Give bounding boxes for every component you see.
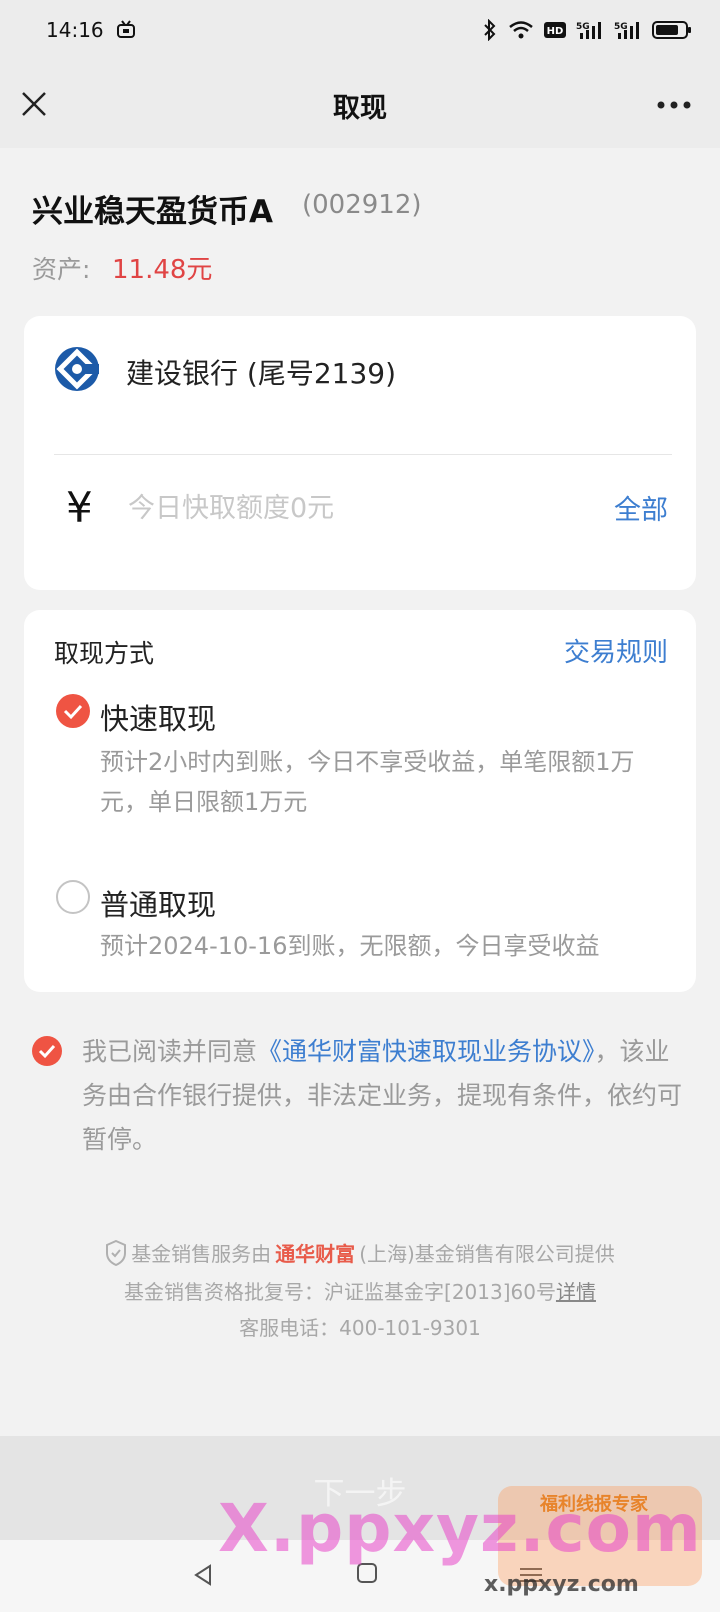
agreement-link[interactable]: 《通华财富快速取现业务协议》 [257, 1037, 595, 1066]
footer-detail-link[interactable]: 详情 [556, 1280, 596, 1304]
hd-icon: HD [544, 22, 566, 38]
amount-input[interactable] [128, 486, 568, 530]
bluetooth-icon [484, 19, 496, 41]
normal-withdraw-radio[interactable] [56, 880, 90, 914]
footer-license: 基金销售资格批复号：沪证监基金字[2013]60号详情 [0, 1276, 720, 1305]
checkmark-icon [38, 1044, 56, 1059]
fast-withdraw-label[interactable]: 快速取现 [100, 696, 216, 738]
wifi-icon [509, 21, 533, 39]
asset-label: 资产: [32, 255, 91, 284]
footer-provider: 基金销售服务由 通华财富 (上海)基金销售有限公司提供 [0, 1238, 720, 1267]
footer-service-phone: 客服电话：400-101-9301 [239, 1316, 481, 1340]
status-icons: HD 5G 5G [482, 16, 692, 44]
fund-code: (002912) [302, 190, 422, 220]
battery-icon [652, 21, 691, 39]
normal-withdraw-desc: 预计2024-10-16到账，无限额，今日享受收益 [100, 932, 600, 960]
divider [54, 454, 672, 455]
agreement-checkbox[interactable] [32, 1036, 62, 1066]
checkmark-icon [63, 704, 83, 720]
footer-provider-suffix: (上海)基金销售有限公司提供 [359, 1242, 615, 1266]
status-time: 14:16 [46, 18, 104, 42]
signal-5g-icon-2: 5G [614, 22, 639, 39]
fund-name: 兴业稳天盈货币A [32, 194, 273, 230]
fast-withdraw-desc: 预计2小时内到账，今日不享受收益，单笔限额1万元，单日限额1万元 [100, 748, 635, 816]
agreement-prefix: 我已阅读并同意 [82, 1037, 258, 1066]
more-icon[interactable] [656, 100, 692, 110]
trade-rules-link[interactable]: 交易规则 [564, 632, 668, 669]
tv-app-icon [117, 20, 135, 38]
footer-provider-prefix: 基金销售服务由 [131, 1242, 272, 1266]
fast-withdraw-radio[interactable] [56, 694, 90, 728]
withdraw-method-title: 取现方式 [54, 639, 155, 668]
ccb-bank-logo-icon [55, 347, 99, 391]
yuan-icon: ¥ [66, 483, 93, 532]
shield-icon [106, 1239, 127, 1266]
footer-brand: 通华财富 [275, 1242, 356, 1266]
bank-account-name[interactable]: 建设银行 (尾号2139) [126, 352, 396, 392]
watermark-logo: X.ppxyz.com [218, 1490, 702, 1567]
normal-withdraw-label[interactable]: 普通取现 [100, 882, 216, 924]
signal-5g-icon: 5G [576, 22, 601, 39]
withdraw-all-button[interactable]: 全部 [614, 488, 668, 527]
footer-license-text: 基金销售资格批复号：沪证监基金字[2013]60号 [124, 1280, 556, 1304]
back-icon[interactable] [192, 1564, 214, 1586]
agreement-text: 我已阅读并同意《通华财富快速取现业务协议》，该业务由合作银行提供，非法定业务，提… [82, 1030, 682, 1162]
svg-text:HD: HD [547, 26, 564, 37]
page-title: 取现 [333, 93, 387, 124]
watermark-url: x.ppxyz.com [484, 1572, 639, 1597]
asset-value: 11.48元 [112, 255, 213, 285]
